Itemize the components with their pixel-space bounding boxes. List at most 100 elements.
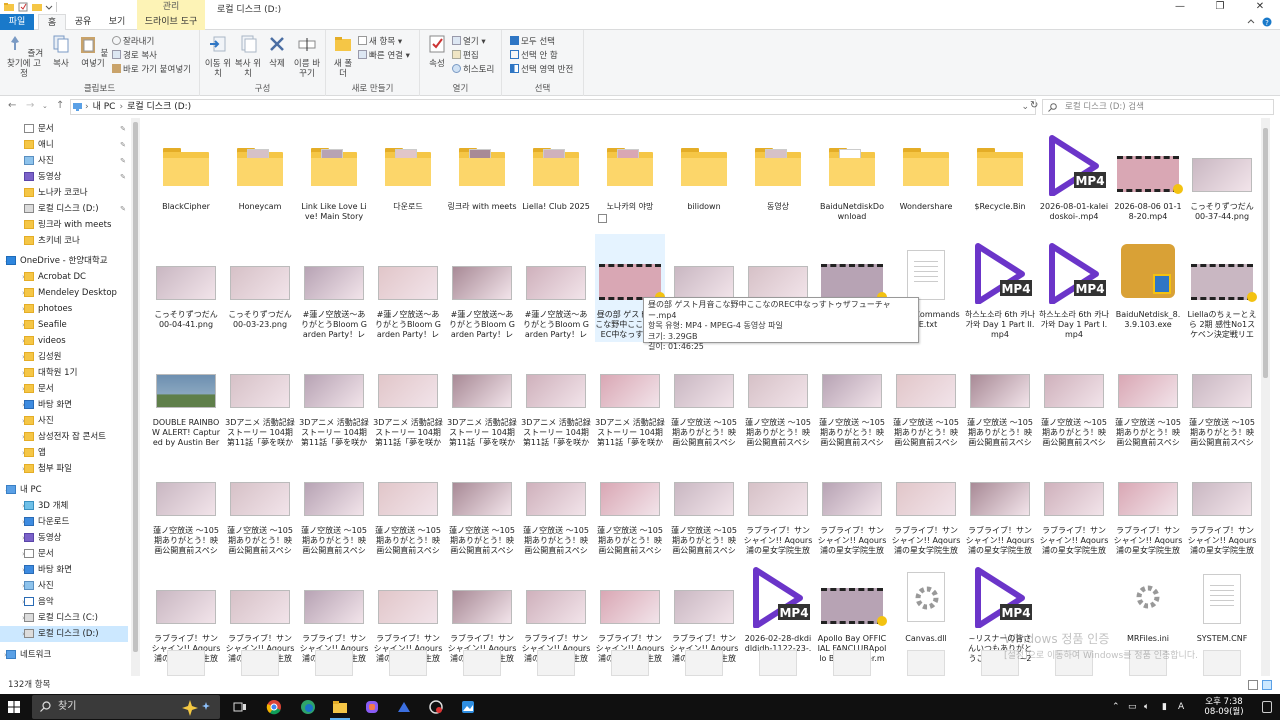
partial-file-icon[interactable]	[537, 650, 575, 676]
properties-button[interactable]: 속성	[424, 34, 450, 69]
file-item[interactable]: Liella! Club 2025	[521, 126, 591, 234]
file-item[interactable]: bilidown	[669, 126, 739, 234]
chevron-up-icon[interactable]	[1246, 17, 1256, 27]
details-view-icon[interactable]	[1248, 680, 1258, 690]
item-select-checkbox[interactable]	[598, 214, 607, 223]
file-item[interactable]: Liellaのちぇーとえら 2期 感性No1スケベン決定戦リエラブ…	[1187, 234, 1257, 342]
nav-item[interactable]: ›앱	[0, 445, 128, 461]
nav-item[interactable]: ›동영상	[0, 530, 128, 546]
search-input[interactable]: 로컬 디스크 (D:) 검색	[1042, 99, 1274, 115]
file-item[interactable]: 蓮ノ空放送 ～105期ありがとう！映画公開直前スペシャル…	[521, 450, 591, 558]
minimize-button[interactable]: —	[1160, 0, 1200, 14]
file-item[interactable]: 다운로드	[373, 126, 443, 234]
file-item[interactable]: 3Dアニメ 活動記録ストーリー 104期 第11話「夢を咲かせる…	[595, 342, 665, 450]
nav-item[interactable]: ›Seafile	[0, 317, 128, 333]
nav-item[interactable]: ›김성원	[0, 349, 128, 365]
file-item[interactable]: 蓮ノ空放送 ～105期ありがとう！映画公開直前スペシャル…	[595, 450, 665, 558]
back-button[interactable]: ←	[8, 100, 16, 111]
file-item[interactable]: #蓮ノ空放送～ありがとうBloom Garden Party！レッツ…	[373, 234, 443, 342]
file-item[interactable]: ラブライブ！サンシャイン!! Aqours 浦の星女学院生放送!!! …	[1039, 450, 1109, 558]
file-item[interactable]: 蓮ノ空放送 ～105期ありがとう！映画公開直前スペシャル…	[1113, 342, 1183, 450]
properties-quick-icon[interactable]	[18, 2, 28, 12]
file-item[interactable]: 蓮ノ空放送 ～105期ありがとう！映画公開直前スペシャル…	[965, 342, 1035, 450]
close-button[interactable]: ✕	[1240, 0, 1280, 14]
file-item[interactable]: 蓮ノ空放送 ～105期ありがとう！映画公開直前スペシャル…	[299, 450, 369, 558]
new-folder-quick-icon[interactable]	[32, 2, 42, 12]
file-item[interactable]: BlackCipher	[151, 126, 221, 234]
nav-item[interactable]: ›사진	[0, 578, 128, 594]
file-item[interactable]: ラブライブ！サンシャイン!! Aqours 浦の星女学院生放送!!! …	[891, 450, 961, 558]
content-scrollbar[interactable]	[1261, 118, 1270, 676]
paste-button[interactable]: 붙여넣기	[76, 34, 110, 69]
file-item[interactable]: ラブライブ！サンシャイン!! Aqours 浦の星女学院生放送!!! …	[965, 450, 1035, 558]
new-item-button[interactable]: 새 항목 ▾	[358, 36, 402, 48]
nav-item[interactable]: ›바탕 화면	[0, 397, 128, 413]
nav-item[interactable]: ›삼성전자 잡 콘서트	[0, 429, 128, 445]
file-item[interactable]: MP4 하스노소라 6th 카나가와 Day 1 Part II.mp4	[965, 234, 1035, 342]
nav-item[interactable]: 츠키네 코나	[0, 233, 128, 249]
nav-item[interactable]: ›Mendeley Desktop	[0, 285, 128, 301]
partial-file-icon[interactable]	[167, 650, 205, 676]
paste-shortcut-button[interactable]: 바로 가기 붙여넣기	[112, 64, 191, 76]
nav-item[interactable]: ›3D 개체	[0, 498, 128, 514]
nav-item[interactable]: ›대학원 1기	[0, 365, 128, 381]
partial-file-icon[interactable]	[315, 650, 353, 676]
file-item[interactable]: ラブライブ！サンシャイン!! Aqours 浦の星女学院生放送!!! …	[1187, 450, 1257, 558]
file-item[interactable]: こっそりずつだん 00-37-44.png	[1187, 126, 1257, 234]
tab-home[interactable]: 홈	[38, 14, 66, 31]
nav-item[interactable]: ›사진	[0, 413, 128, 429]
nav-item[interactable]: ›로컬 디스크 (C:)	[0, 610, 128, 626]
file-item[interactable]: DOUBLE RAINBOW ALERT! Captured by Austin…	[151, 342, 221, 450]
file-item[interactable]: 蓮ノ空放送 ～105期ありがとう！映画公開直前スペシャル…	[1039, 342, 1109, 450]
taskbar-search[interactable]: 찾기	[32, 695, 220, 719]
refresh-icon[interactable]: ↻	[1030, 100, 1038, 111]
file-item[interactable]: BaiduNetdisk_8.3.9.103.exe	[1113, 234, 1183, 342]
customize-quick-access-icon[interactable]	[44, 2, 54, 12]
edit-button[interactable]: 편집	[452, 50, 479, 62]
copy-button[interactable]: 복사	[48, 34, 74, 69]
file-item[interactable]: 蓮ノ空放送 ～105期ありがとう！映画公開直前スペシャル…	[373, 450, 443, 558]
partial-file-icon[interactable]	[389, 650, 427, 676]
nav-item[interactable]: ›문서	[0, 381, 128, 397]
nav-item[interactable]: ›문서	[0, 546, 128, 562]
copilot-icon[interactable]	[364, 699, 380, 715]
file-item[interactable]: 3Dアニメ 活動記録ストーリー 104期 第11話「夢を咲かせる…	[521, 342, 591, 450]
partial-file-icon[interactable]	[611, 650, 649, 676]
file-item[interactable]: 蓮ノ空放送 ～105期ありがとう！映画公開直前スペシャル…	[1187, 342, 1257, 450]
nav-item[interactable]: 사진 ✎	[0, 153, 128, 169]
nav-item[interactable]: ›videos	[0, 333, 128, 349]
file-explorer-icon[interactable]	[332, 699, 348, 715]
cut-button[interactable]: 잘라내기	[112, 36, 154, 48]
file-item[interactable]: MP4 하스노소라 6th 카나가와 Day 1 Part I.mp4	[1039, 234, 1109, 342]
nav-item[interactable]: ›photoes	[0, 301, 128, 317]
windows-start-icon[interactable]	[8, 701, 20, 713]
file-item[interactable]: #蓮ノ空放送～ありがとうBloom Garden Party！レッツ…	[299, 234, 369, 342]
select-none-button[interactable]: 선택 안 함	[510, 50, 558, 62]
history-button[interactable]: 히스토리	[452, 64, 494, 76]
file-item[interactable]: 蓮ノ空放送 ～105期ありがとう！映画公開直前スペシャル…	[151, 450, 221, 558]
task-view-icon[interactable]	[232, 699, 248, 715]
file-item[interactable]: 蓮ノ空放送 ～105期ありがとう！映画公開直前スペシャル…	[669, 342, 739, 450]
nav-item[interactable]: 노나카 코코나	[0, 185, 128, 201]
nav-item[interactable]: ›첨부 파일	[0, 461, 128, 477]
copy-to-button[interactable]: 복사 위치	[234, 34, 262, 79]
notification-icon[interactable]	[1262, 701, 1272, 713]
nav-item[interactable]: ›바탕 화면	[0, 562, 128, 578]
breadcrumb-pc[interactable]: 내 PC	[93, 102, 116, 112]
file-item[interactable]: 蓮ノ空放送 ～105期ありがとう！映画公開直前スペシャル…	[225, 450, 295, 558]
tray-overflow-icon[interactable]: ⌃	[1112, 694, 1120, 720]
file-item[interactable]: こっそりずつだん 00-04-41.png	[151, 234, 221, 342]
nav-item[interactable]: 로컬 디스크 (D:) ✎	[0, 201, 128, 217]
select-all-button[interactable]: 모두 선택	[510, 36, 555, 48]
file-item[interactable]: 蓮ノ空放送 ～105期ありがとう！映画公開直前スペシャル…	[817, 342, 887, 450]
volume-icon[interactable]: 🔈︎	[1144, 694, 1149, 720]
new-folder-button[interactable]: 새 폴더	[330, 34, 356, 79]
file-item[interactable]: 링크라 with meets	[447, 126, 517, 234]
open-button[interactable]: 열기 ▾	[452, 36, 486, 48]
file-item[interactable]: MP4 2026-08-01-kaleidoskoi-.mp4	[1039, 126, 1109, 234]
partial-file-icon[interactable]	[241, 650, 279, 676]
file-item[interactable]: Link Like Love Live! Main Story	[299, 126, 369, 234]
nav-scrollbar[interactable]	[131, 118, 140, 676]
delete-button[interactable]: 삭제	[264, 34, 290, 69]
taskbar-clock[interactable]: 오후 7:38 08-09(월)	[1196, 697, 1252, 717]
